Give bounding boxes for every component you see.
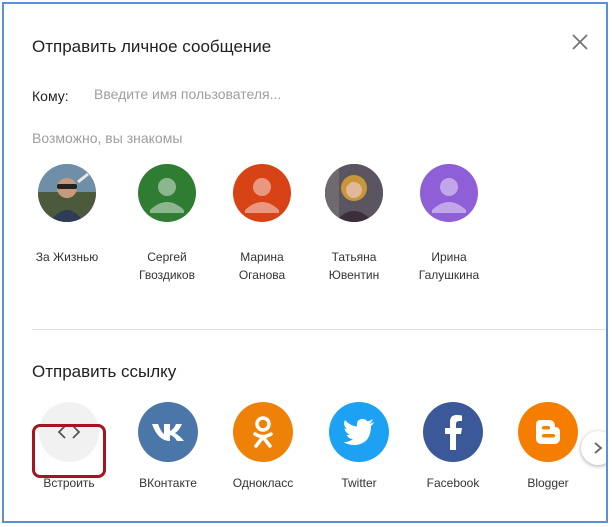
contact-item[interactable]: За Жизнью [22,164,112,266]
share-blogger[interactable]: Blogger [503,402,593,490]
default-user-icon [432,178,466,213]
share-embed[interactable]: Встроить [24,402,114,490]
share-twitter[interactable]: Twitter [314,402,404,490]
twitter-icon [329,402,389,462]
share-label: ВКонтакте [139,476,197,490]
share-odnoklassniki[interactable]: Однокласс [218,402,308,490]
contact-name: Ирина Галушкина [418,250,480,282]
to-label: Кому: [32,88,69,104]
contact-name: Татьяна Ювентин [328,250,380,282]
contact-name: За Жизнью [35,250,99,264]
chevron-right-icon [594,442,603,454]
contact-name: Сергей Гвоздиков [139,250,195,282]
share-label: Facebook [426,476,480,490]
contact-item[interactable]: Марина Оганова [217,164,307,284]
share-label: Встроить [43,476,95,490]
highlight-box [32,424,106,478]
recipient-input[interactable] [94,86,514,102]
share-vk[interactable]: ВКонтакте [123,402,213,490]
close-button[interactable] [568,30,592,54]
avatar [138,164,196,222]
scroll-next-button[interactable] [581,431,606,465]
share-facebook[interactable]: Facebook [408,402,498,490]
avatar [233,164,291,222]
divider [32,329,606,330]
blogger-icon [518,402,578,462]
share-link-title: Отправить ссылку [32,362,177,381]
vk-icon [138,402,198,462]
default-user-icon [150,178,184,213]
share-dialog: Отправить личное сообщение Кому: Возможн… [2,2,608,523]
avatar [325,164,383,222]
avatar [420,164,478,222]
contact-item[interactable]: Ирина Галушкина [404,164,494,284]
avatar [38,164,96,222]
default-user-icon [245,178,279,213]
suggested-contacts: За Жизнью Сергей Гвоздиков Марина Оганов… [22,164,502,304]
share-label: Twitter [341,476,377,490]
share-targets: Встроить ВКонтакте Однокласс Twitter Fac… [24,402,606,512]
contact-name: Марина Оганова [238,250,286,282]
recipient-row: Кому: [32,86,514,104]
close-icon [572,34,588,50]
suggestions-label: Возможно, вы знакомы [32,130,183,146]
facebook-icon [423,402,483,462]
dialog-title: Отправить личное сообщение [32,37,272,56]
share-label: Blogger [527,476,569,490]
share-label: Однокласс [232,476,294,490]
contact-item[interactable]: Сергей Гвоздиков [122,164,212,284]
odnoklassniki-icon [233,402,293,462]
contact-item[interactable]: Татьяна Ювентин [309,164,399,284]
